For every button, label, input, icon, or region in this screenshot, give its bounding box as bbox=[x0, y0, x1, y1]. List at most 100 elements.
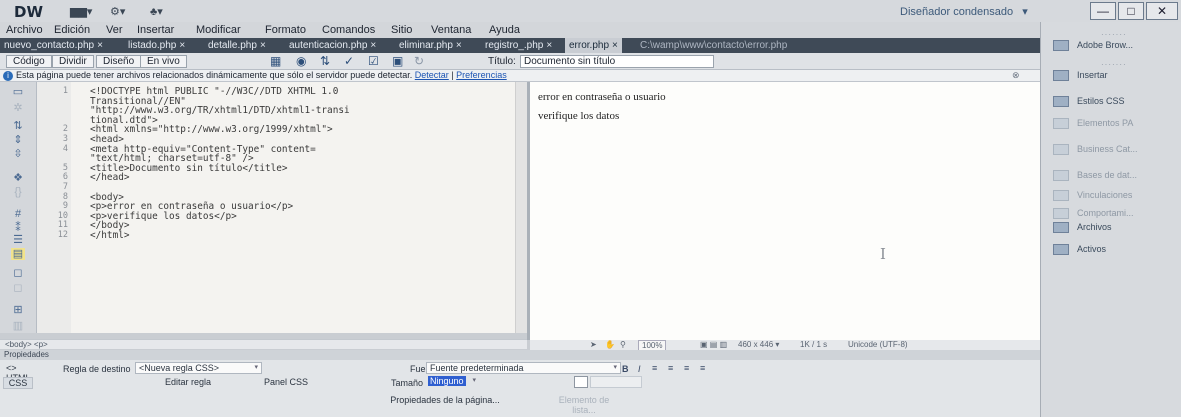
preferences-link[interactable]: Preferencias bbox=[456, 70, 507, 80]
maximize-button[interactable]: □ bbox=[1118, 2, 1144, 20]
workspace-switcher[interactable]: Diseñador condensado ▾ bbox=[900, 5, 1028, 18]
tab-registro[interactable]: registro_.php × bbox=[481, 38, 556, 53]
close-button[interactable]: ✕ bbox=[1146, 2, 1178, 20]
layout-icon[interactable]: ▆▆▾ bbox=[70, 5, 96, 18]
validate-icon[interactable]: ☑ bbox=[368, 54, 379, 68]
file-management-icon[interactable]: ⇅ bbox=[320, 54, 330, 68]
align-right-icon[interactable]: ≡ bbox=[684, 363, 689, 373]
align-left-icon[interactable]: ≡ bbox=[652, 363, 657, 373]
balance-braces-icon[interactable]: {} bbox=[11, 186, 25, 198]
menu-ver[interactable]: Ver bbox=[106, 24, 123, 36]
collapse-full-tag-icon[interactable]: ⇅ bbox=[11, 120, 25, 132]
color-swatch[interactable] bbox=[574, 376, 588, 388]
word-wrap-icon[interactable]: ☰ bbox=[11, 234, 25, 246]
wrap-tag-icon[interactable]: ⊞ bbox=[11, 304, 25, 316]
syntax-coloring-icon[interactable]: ▤ bbox=[11, 248, 25, 260]
tag-selector[interactable]: <body> <p> bbox=[0, 339, 527, 349]
check-browser-icon[interactable]: ✓ bbox=[344, 54, 354, 68]
font-select[interactable]: Fuente predeterminada ▾ bbox=[426, 362, 621, 374]
css-panel-button[interactable]: Panel CSS bbox=[246, 377, 326, 389]
close-infobar-icon[interactable]: ⊗ bbox=[1012, 70, 1020, 81]
menu-sitio[interactable]: Sitio bbox=[391, 24, 412, 36]
panel-activos[interactable]: Activos bbox=[1053, 242, 1106, 256]
tab-error[interactable]: error.php × bbox=[565, 38, 622, 53]
tab-close-icon[interactable]: × bbox=[546, 40, 552, 51]
highlight-invalid-code-icon[interactable]: ⁑ bbox=[11, 222, 25, 234]
tab-close-icon[interactable]: × bbox=[456, 40, 462, 51]
menu-ayuda[interactable]: Ayuda bbox=[489, 24, 520, 36]
tab-close-icon[interactable]: × bbox=[612, 40, 618, 51]
menu-formato[interactable]: Formato bbox=[265, 24, 306, 36]
detect-link[interactable]: Detectar bbox=[415, 70, 449, 80]
tab-close-icon[interactable]: × bbox=[260, 40, 266, 51]
apply-comment-icon[interactable]: ◻ bbox=[11, 267, 25, 279]
panel-comportamientos[interactable]: Comportami... bbox=[1053, 206, 1134, 220]
page-properties-button[interactable]: Propiedades de la página... bbox=[383, 395, 507, 407]
menu-comandos[interactable]: Comandos bbox=[322, 24, 375, 36]
bold-icon[interactable]: B bbox=[622, 364, 629, 374]
tab-close-icon[interactable]: × bbox=[179, 40, 185, 51]
split-view-button[interactable]: Dividir bbox=[52, 55, 94, 68]
align-center-icon[interactable]: ≡ bbox=[668, 363, 673, 373]
html-mode-button[interactable]: <> HTML bbox=[3, 363, 41, 383]
properties-header[interactable]: Propiedades bbox=[0, 350, 1040, 360]
tab-detalle[interactable]: detalle.php × bbox=[204, 38, 270, 53]
design-paragraph-2[interactable]: verifique los datos bbox=[538, 110, 619, 122]
preview-browser-icon[interactable]: ◉ bbox=[296, 54, 306, 68]
menu-insertar[interactable]: Insertar bbox=[137, 24, 174, 36]
tab-eliminar[interactable]: eliminar.php × bbox=[395, 38, 466, 53]
line-numbers-icon[interactable]: # bbox=[11, 208, 25, 220]
live-view-button[interactable]: En vivo bbox=[140, 55, 187, 68]
code-line[interactable]: </html> bbox=[90, 230, 130, 241]
panel-elementos-ap[interactable]: Elementos PA bbox=[1053, 116, 1133, 130]
multiscreen-icon[interactable]: ▦ bbox=[270, 54, 281, 68]
design-view-button[interactable]: Diseño bbox=[96, 55, 142, 68]
gear-icon[interactable]: ⚙▾ bbox=[110, 5, 136, 18]
window-size[interactable]: 460 x 446 ▾ bbox=[738, 340, 779, 350]
panel-business-catalyst[interactable]: Business Cat... bbox=[1053, 142, 1138, 156]
code-view-button[interactable]: Código bbox=[6, 55, 52, 68]
panel-estilos-css[interactable]: Estilos CSS bbox=[1053, 94, 1125, 108]
code-line[interactable]: </head> bbox=[90, 172, 130, 183]
tab-autenticacion[interactable]: autenticacion.php × bbox=[285, 38, 380, 53]
select-tool-icon[interactable]: ➤ bbox=[590, 340, 597, 350]
target-rule-select[interactable]: <Nueva regla CSS> ▾ bbox=[135, 362, 262, 374]
expand-all-icon[interactable]: ⇳ bbox=[11, 148, 25, 160]
recent-snippets-icon[interactable]: ▥ bbox=[11, 320, 25, 332]
edit-rule-button[interactable]: Editar regla bbox=[138, 377, 238, 389]
panel-adobe-browserlab[interactable]: Adobe Brow... bbox=[1053, 38, 1133, 52]
italic-icon[interactable]: I bbox=[638, 364, 641, 374]
tab-listado[interactable]: listado.php × bbox=[124, 38, 189, 53]
justify-icon[interactable]: ≡ bbox=[700, 363, 705, 373]
tab-close-icon[interactable]: × bbox=[370, 40, 376, 51]
document-title-input[interactable]: Documento sin título bbox=[520, 55, 714, 68]
menu-edicion[interactable]: Edición bbox=[54, 24, 90, 36]
open-documents-icon[interactable]: ▭ bbox=[11, 86, 25, 98]
panel-bases-de-datos[interactable]: Bases de dat... bbox=[1053, 168, 1137, 182]
size-select[interactable]: Ninguno ▾ bbox=[428, 376, 476, 388]
panel-insertar[interactable]: Insertar bbox=[1053, 68, 1108, 82]
select-parent-tag-icon[interactable]: ❖ bbox=[11, 172, 25, 184]
collapse-selection-icon[interactable]: ⇕ bbox=[11, 134, 25, 146]
menu-modificar[interactable]: Modificar bbox=[196, 24, 241, 36]
css-mode-button[interactable]: CSS bbox=[3, 377, 33, 389]
refresh-icon[interactable]: ↻ bbox=[414, 54, 424, 68]
panel-vinculaciones[interactable]: Vinculaciones bbox=[1053, 188, 1132, 202]
list-item-button[interactable]: Elemento de lista... bbox=[548, 395, 620, 415]
visual-aids-icon[interactable]: ▣ bbox=[392, 54, 403, 68]
code-line[interactable]: <html xmlns="http://www.w3.org/1999/xhtm… bbox=[90, 124, 333, 135]
menu-archivo[interactable]: Archivo bbox=[6, 24, 43, 36]
window-size-icons[interactable]: ▣ ▤ ▥ bbox=[700, 340, 727, 350]
minimize-button[interactable]: — bbox=[1090, 2, 1116, 20]
code-scrollbar[interactable] bbox=[515, 82, 527, 333]
zoom-tool-icon[interactable]: ⚲ bbox=[620, 340, 626, 350]
color-input[interactable] bbox=[590, 376, 642, 388]
menu-ventana[interactable]: Ventana bbox=[431, 24, 471, 36]
panel-archivos[interactable]: Archivos bbox=[1053, 220, 1112, 234]
extensions-icon[interactable]: ♣▾ bbox=[150, 5, 176, 18]
tab-nuevo-contacto[interactable]: nuevo_contacto.php × bbox=[0, 38, 107, 53]
show-code-navigator-icon[interactable]: ✲ bbox=[11, 102, 25, 114]
tab-close-icon[interactable]: × bbox=[97, 40, 103, 51]
design-paragraph-1[interactable]: error en contraseña o usuario bbox=[538, 91, 666, 103]
remove-comment-icon[interactable]: ◻ bbox=[11, 282, 25, 294]
